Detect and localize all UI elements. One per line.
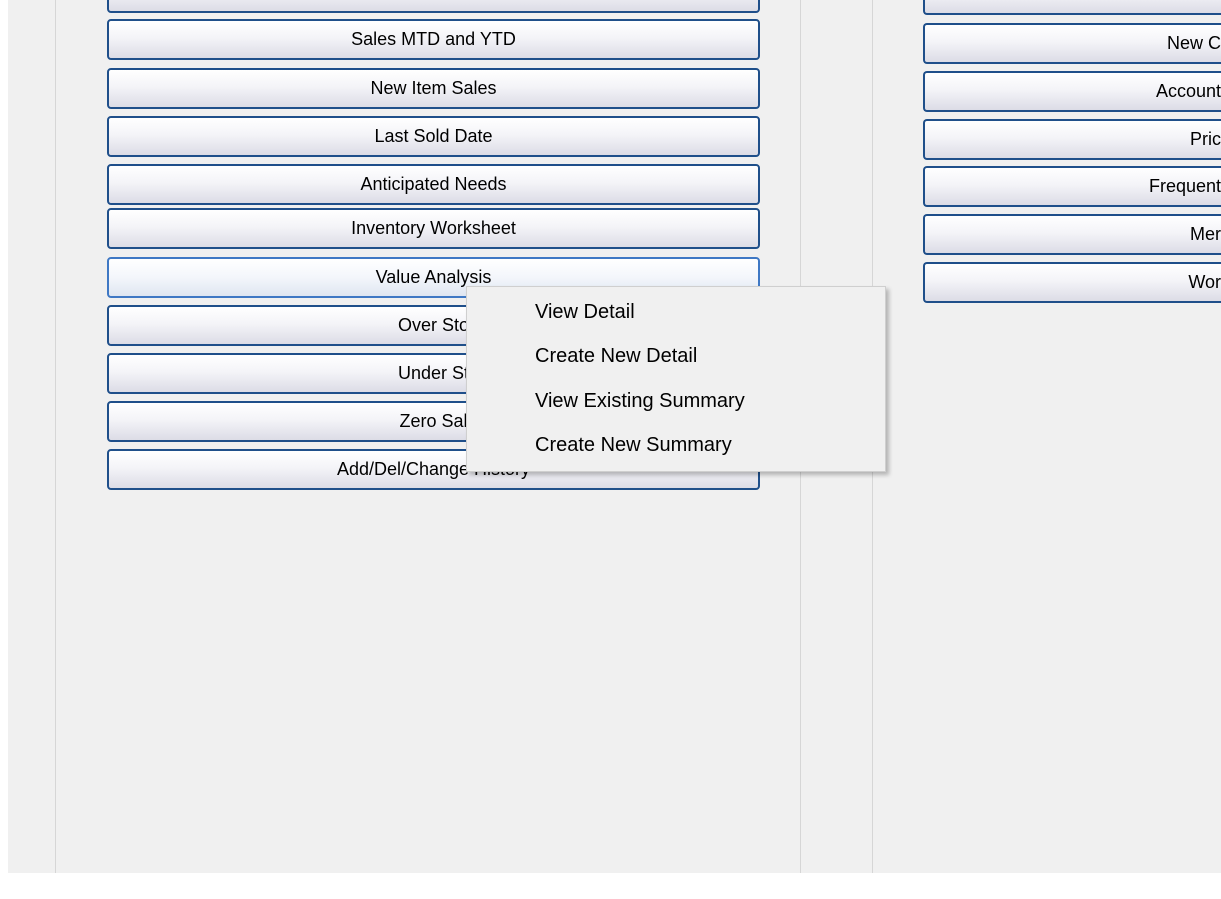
pricing-button[interactable]: Pric bbox=[923, 119, 1221, 160]
menu-item-create-new-summary[interactable]: Create New Summary bbox=[535, 434, 732, 457]
last-sold-date-button[interactable]: Last Sold Date bbox=[107, 116, 760, 157]
new-item-sales-button[interactable]: New Item Sales bbox=[107, 68, 760, 109]
anticipated-needs-button[interactable]: Anticipated Needs bbox=[107, 164, 760, 205]
context-menu: View Detail Create New Detail View Exist… bbox=[466, 286, 886, 472]
sales-mtd-ytd-button[interactable]: Sales MTD and YTD bbox=[107, 19, 760, 60]
menu-item-view-detail[interactable]: View Detail bbox=[535, 301, 635, 324]
report-button-partial[interactable] bbox=[107, 0, 760, 13]
frequent-button[interactable]: Frequent bbox=[923, 166, 1221, 207]
column-divider bbox=[55, 0, 56, 873]
account-button[interactable]: Account bbox=[923, 71, 1221, 112]
menu-item-view-existing-summary[interactable]: View Existing Summary bbox=[535, 390, 745, 413]
new-c-button[interactable]: New C bbox=[923, 23, 1221, 64]
menu-item-create-new-detail[interactable]: Create New Detail bbox=[535, 345, 697, 368]
mer-button[interactable]: Mer bbox=[923, 214, 1221, 255]
report-button-partial[interactable] bbox=[923, 0, 1221, 15]
wor-button[interactable]: Wor bbox=[923, 262, 1221, 303]
inventory-worksheet-button[interactable]: Inventory Worksheet bbox=[107, 208, 760, 249]
